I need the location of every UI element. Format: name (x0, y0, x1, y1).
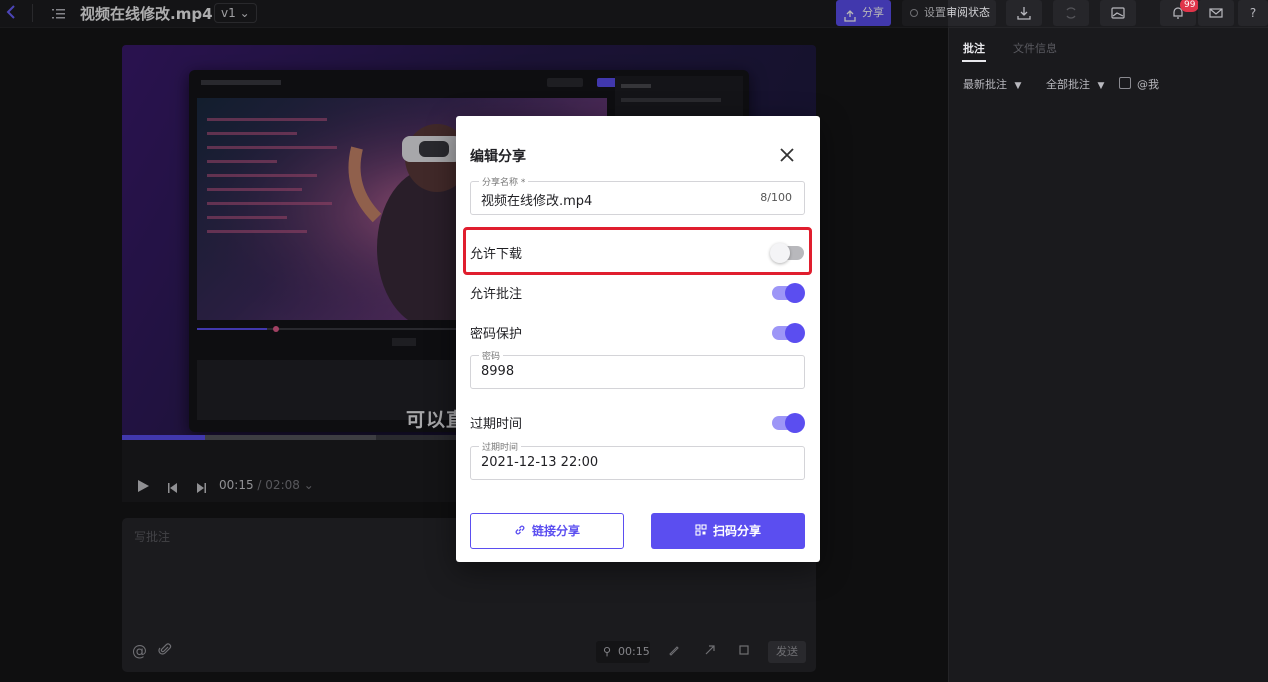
scope-filter-label: 全部批注 (1046, 78, 1090, 91)
mail-icon (1209, 8, 1223, 18)
image-icon (1111, 7, 1125, 19)
highlight-box (463, 227, 812, 275)
comments-panel: 批注 文件信息 最新批注 ▼ 全部批注 ▼ @我 (948, 28, 1268, 682)
share-name-label: 分享名称 * (479, 175, 529, 188)
qr-share-label: 扫码分享 (712, 524, 761, 538)
scope-filter[interactable]: 全部批注 ▼ (1046, 76, 1104, 92)
sort-filter[interactable]: 最新批注 ▼ (963, 76, 1021, 92)
close-icon[interactable] (778, 146, 796, 164)
sync-button[interactable] (1053, 0, 1089, 26)
sync-icon (1066, 7, 1076, 19)
share-name-field[interactable]: 分享名称 * 视频在线修改.mp4 8/100 (470, 175, 805, 215)
link-icon (514, 515, 526, 549)
expiry-field-label: 过期时间 (479, 440, 522, 453)
expiry-input[interactable]: 2021-12-13 22:00 (481, 455, 598, 470)
mention-me-checkbox[interactable] (1119, 77, 1131, 89)
toggle-knob (785, 413, 805, 433)
caret-down-icon: ▼ (1097, 81, 1105, 91)
download-button[interactable] (1006, 0, 1042, 26)
tab-comments[interactable]: 批注 (963, 40, 985, 56)
link-share-button[interactable]: 链接分享 (470, 513, 624, 549)
tab-file-info[interactable]: 文件信息 (1013, 40, 1057, 56)
password-input[interactable]: 8998 (481, 364, 514, 379)
share-name-counter: 8/100 (760, 191, 792, 204)
help-button[interactable]: ? (1238, 0, 1268, 26)
notification-badge: 99 (1180, 0, 1200, 12)
password-label: 密码 (479, 349, 504, 362)
edit-share-dialog: 编辑分享 分享名称 * 视频在线修改.mp4 8/100 允许下载 允许批注 密… (456, 116, 820, 562)
caret-down-icon: ▼ (1014, 81, 1022, 91)
expiry-field[interactable]: 过期时间 2021-12-13 22:00 (470, 440, 805, 480)
media-button[interactable] (1100, 0, 1136, 26)
expiry-label: 过期时间 (470, 417, 523, 432)
share-name-input[interactable]: 视频在线修改.mp4 (481, 190, 592, 209)
message-button[interactable] (1198, 0, 1234, 26)
qr-share-button[interactable]: 扫码分享 (651, 513, 805, 549)
download-icon (1017, 7, 1031, 20)
allow-comment-label: 允许批注 (470, 287, 523, 302)
qr-code-icon (695, 514, 707, 550)
password-protect-toggle[interactable] (772, 323, 805, 343)
link-share-label: 链接分享 (531, 524, 580, 538)
allow-comment-toggle[interactable] (772, 283, 805, 303)
toggle-knob (785, 323, 805, 343)
sort-filter-label: 最新批注 (963, 78, 1007, 91)
toggle-knob (785, 283, 805, 303)
dialog-title: 编辑分享 (470, 149, 526, 165)
password-protect-label: 密码保护 (470, 327, 523, 342)
help-label: ? (1249, 6, 1257, 20)
expiry-toggle[interactable] (772, 413, 805, 433)
mention-me-label: @我 (1137, 78, 1159, 91)
tab-active-underline (962, 60, 986, 62)
password-field[interactable]: 密码 8998 (470, 349, 805, 389)
